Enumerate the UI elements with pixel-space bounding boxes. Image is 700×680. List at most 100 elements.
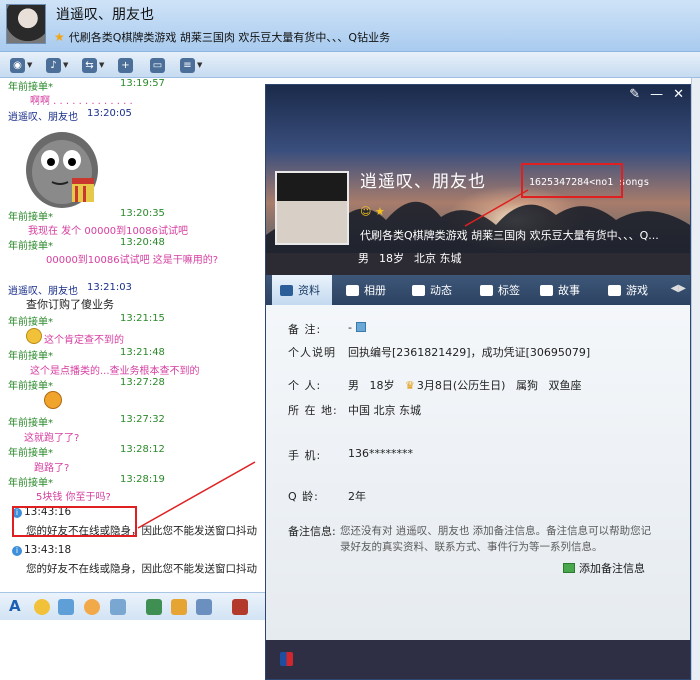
emoji-icon (26, 328, 42, 344)
message-header: 年前接单* 13:28:19 (8, 474, 165, 489)
message-text: 5块钱 你至于吗? (36, 492, 111, 503)
qage-label: Q 龄: (288, 490, 319, 503)
contact-signature: ★ 代刷各类Q棋牌类游戏 胡莱三国肉 欢乐豆大量有货中、、、Q钻业务 (54, 30, 391, 44)
add-note-button[interactable]: 添加备注信息 (563, 560, 645, 576)
message-header: 逍遥叹、朋友也 13:21:03 (8, 282, 132, 297)
font-icon[interactable]: A (9, 597, 25, 615)
profile-details: 备 注: - 个人说明 回执编号[2361821429]，成功凭证[306950… (266, 305, 690, 640)
message-text: 跑路了? (34, 463, 70, 474)
feed-icon (412, 284, 425, 296)
video-call-button[interactable]: ◉ ▼ (10, 56, 32, 74)
phone-value: 136******** (348, 447, 413, 460)
skin-icon[interactable]: ✎ (629, 87, 640, 102)
profile-icon (280, 284, 293, 296)
tab-profile[interactable]: 资料 (272, 275, 332, 305)
window-edge (691, 78, 700, 680)
story-icon (540, 284, 553, 296)
chevron-down-icon: ▼ (63, 61, 69, 69)
message-text: 00000到10086试试吧 这是干嘛用的? (46, 255, 219, 266)
microphone-icon: ♪ (46, 57, 61, 73)
shake-button[interactable] (84, 599, 100, 615)
game-icon (608, 284, 621, 296)
highlight-box (12, 506, 137, 537)
emoji-button[interactable] (34, 599, 50, 615)
chevron-down-icon: ▼ (99, 61, 105, 69)
camera-icon: ◉ (10, 57, 25, 73)
chat-history[interactable]: 年前接单* 13:19:57 啊啊 . . . . . . . . . . . .… (0, 78, 265, 592)
sticker-image (26, 132, 98, 208)
more-apps-button[interactable]: ≡ ▼ (180, 56, 202, 74)
minimize-icon[interactable]: — (650, 87, 663, 102)
info-icon: i (12, 546, 22, 556)
message-text: 这个是点播类的...查业务根本查不到的 (30, 366, 200, 377)
message-header: 年前接单* 13:21:15 (8, 313, 165, 328)
chevron-down-icon: ▼ (27, 61, 33, 69)
voice-call-button[interactable]: ♪ ▼ (46, 56, 68, 74)
nba-logo-icon[interactable] (280, 652, 293, 666)
window-controls: ✎ — ✕ (629, 87, 684, 102)
description-label: 个人说明 (288, 346, 336, 359)
phone-label: 手 机: (288, 449, 322, 462)
message-header: 年前接单* 13:28:12 (8, 444, 165, 459)
close-icon[interactable]: ✕ (673, 87, 684, 102)
message-header: 年前接单* 13:27:28 (8, 377, 165, 392)
level-stars: ☺ ★ (360, 205, 385, 218)
file-transfer-button[interactable]: ⇆ ▼ (82, 56, 104, 74)
tab-feed[interactable]: 动态 (410, 275, 470, 305)
description-value: 回执编号[2361821429]，成功凭证[30695079] (348, 346, 591, 359)
edit-icon[interactable] (355, 322, 366, 332)
add-people-button[interactable]: + (118, 56, 133, 74)
message-header: 年前接单* 13:19:57 (8, 78, 165, 93)
tab-album[interactable]: 相册 (344, 275, 404, 305)
music-button[interactable] (171, 599, 187, 615)
personal-label: 个 人: (288, 379, 322, 392)
message-header: 年前接单* 13:20:35 (8, 208, 165, 223)
profile-signature: 代刷各类Q棋牌类游戏 胡莱三国肉 欢乐豆大量有货中、、、Q... (360, 229, 659, 242)
remote-desktop-button[interactable]: ▭ (150, 56, 165, 74)
profile-basic-info: 男 18岁 北京 东城 (358, 252, 462, 265)
profile-avatar[interactable] (275, 171, 349, 245)
chat-window-header: 逍遥叹、朋友也 ★ 代刷各类Q棋牌类游戏 胡莱三国肉 欢乐豆大量有货中、、、Q钻业… (0, 0, 700, 52)
note-label: 备注信息: (288, 525, 336, 538)
contact-name[interactable]: 逍遥叹、朋友也 (56, 4, 154, 24)
message-text: 查你订购了傻业务 (26, 298, 114, 311)
message-text: 啊啊 . . . . . . . . . . . . . (30, 96, 133, 107)
remark-value[interactable]: - (348, 321, 366, 334)
message-input[interactable] (0, 620, 265, 680)
remark-label: 备 注: (288, 323, 322, 336)
profile-footer (266, 640, 690, 679)
tab-story[interactable]: 故事 (538, 275, 598, 305)
note-text: 您还没有对 逍遥叹、朋友也 添加备注信息。备注信息可以帮助您记录好友的真实资料、… (340, 525, 652, 553)
star-icon: ★ (54, 30, 65, 44)
location-value: 中国 北京 东城 (348, 404, 421, 417)
file-transfer-icon: ⇆ (82, 57, 97, 73)
message-header: 年前接单* 13:20:48 (8, 237, 165, 252)
album-icon (346, 284, 359, 296)
tab-games[interactable]: 游戏 (606, 275, 666, 305)
highlight-box (521, 163, 623, 198)
gift-button[interactable] (232, 599, 248, 615)
monitor-icon: ▭ (150, 57, 165, 73)
system-message: 您的好友不在线或隐身，因此您不能发送窗口抖动 (26, 563, 257, 575)
tab-tags[interactable]: 标签 (478, 275, 538, 305)
magic-emoji-button[interactable] (58, 599, 74, 615)
emoji-icon (44, 391, 62, 409)
screenshot-button[interactable] (196, 599, 212, 615)
message-text: 我现在 发个 00000到10086试试吧 (28, 226, 188, 237)
location-label: 所 在 地: (288, 404, 338, 417)
profile-card: ✎ — ✕ 逍遥叹、朋友也 1625347284<no1 songs ☺ ★ 代… (265, 84, 691, 680)
profile-tabs: 资料 相册 动态 标签 故事 游戏 ◀▶ (266, 275, 690, 305)
system-time: i 13:43:18 (12, 544, 71, 556)
image-button[interactable] (146, 599, 162, 615)
contact-avatar[interactable] (6, 4, 46, 44)
app-icon: ≡ (180, 57, 195, 73)
add-person-icon: + (118, 57, 133, 73)
chevron-down-icon: ▼ (197, 61, 203, 69)
qage-value: 2年 (348, 490, 366, 503)
message-text: 这就跑了了? (24, 433, 80, 444)
chat-toolbar: ◉ ▼ ♪ ▼ ⇆ ▼ + ▭ ≡ ▼ (0, 52, 700, 78)
doodle-button[interactable] (110, 599, 126, 615)
crown-icon: ♛ (405, 379, 415, 392)
tab-scroll-arrow[interactable]: ◀▶ (671, 283, 686, 294)
profile-name: 逍遥叹、朋友也 (360, 172, 486, 192)
